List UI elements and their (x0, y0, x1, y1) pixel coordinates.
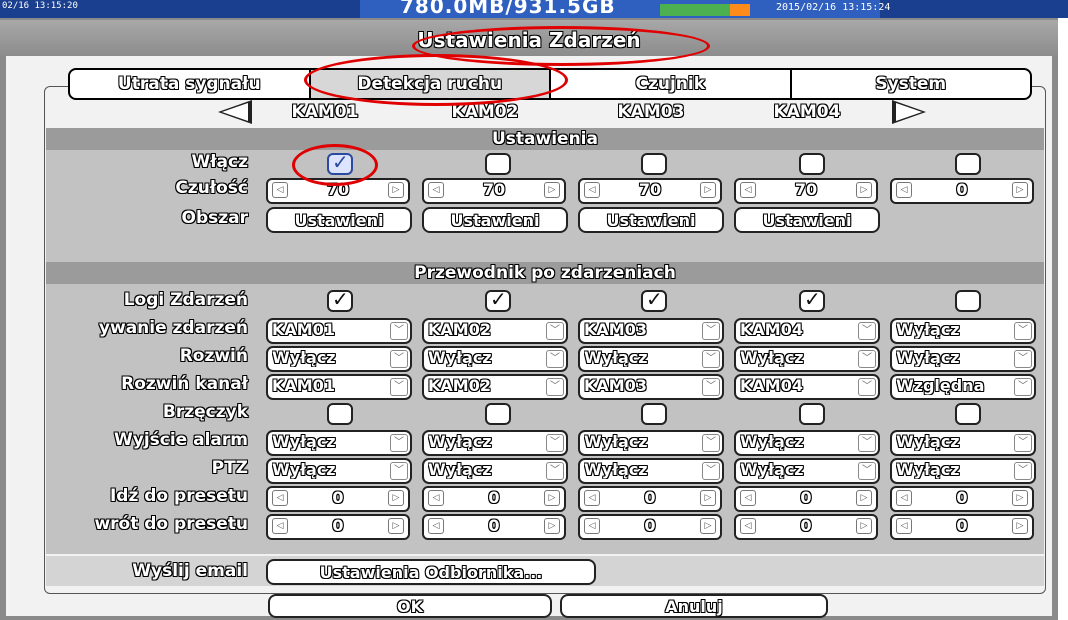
hdd-fill-orange (730, 4, 750, 16)
tab-system[interactable]: System (792, 70, 1031, 98)
alarm-output-select-3[interactable]: Wyłącz ﹀ (578, 430, 724, 456)
expand-select-3[interactable]: Wyłącz ﹀ (578, 346, 724, 372)
buzzer-checkbox-5[interactable] (955, 403, 981, 425)
hdd-fill-green (660, 4, 730, 16)
ptz-select-5[interactable]: Wyłącz ﹀ (890, 458, 1036, 484)
prev-cameras-arrow-icon[interactable] (218, 100, 252, 124)
expand-select-5[interactable]: Wyłącz ﹀ (890, 346, 1036, 372)
expand-channel-select-1[interactable]: KAM01 ﹀ (266, 374, 412, 400)
expand-channel-label: Rozwiń kanał (121, 374, 248, 394)
alarm-output-select-4[interactable]: Wyłącz ﹀ (734, 430, 880, 456)
sensitivity-label: Czułość (175, 178, 248, 198)
expand-select-4[interactable]: Wyłącz ﹀ (734, 346, 880, 372)
settings-section-header: Ustawienia (46, 128, 1044, 150)
buzzer-checkbox-3[interactable] (641, 403, 667, 425)
area-settings-button-4[interactable]: Ustawieni (734, 207, 880, 233)
alarm-output-select-5[interactable]: Wyłącz ﹀ (890, 430, 1036, 456)
event-log-checkbox-1[interactable] (327, 287, 353, 312)
return-preset-spinner-4[interactable]: ◁ 0 ▷ (734, 514, 878, 540)
ptz-select-3[interactable]: Wyłącz ﹀ (578, 458, 724, 484)
expand-channel-select-4[interactable]: KAM04 ﹀ (734, 374, 880, 400)
goto-preset-label: Idź do presetu (109, 486, 248, 506)
sensitivity-spinner-3[interactable]: ◁ 70 ▷ (578, 178, 722, 204)
goto-preset-spinner-1[interactable]: ◁ 0 ▷ (266, 486, 410, 512)
camera-header-4: KAM04 (773, 102, 841, 122)
expand-channel-select-5[interactable]: Względna ﹀ (890, 374, 1036, 400)
event-log-checkbox-3[interactable] (641, 287, 667, 312)
event-record-select-1[interactable]: KAM01 ﹀ (266, 318, 412, 344)
status-bar: 02/16 13:15:20 780.0MB/931.5GB 2015/02/1… (0, 0, 1068, 18)
enable-checkbox-3[interactable] (641, 153, 667, 175)
alarm-output-label: Wyjście alarm (114, 430, 248, 450)
sensitivity-spinner-4[interactable]: ◁ 70 ▷ (734, 178, 878, 204)
goto-preset-spinner-4[interactable]: ◁ 0 ▷ (734, 486, 878, 512)
event-record-select-3[interactable]: KAM03 ﹀ (578, 318, 724, 344)
buzzer-checkbox-2[interactable] (485, 403, 511, 425)
area-label: Obszar (181, 208, 249, 228)
ptz-select-2[interactable]: Wyłącz ﹀ (422, 458, 568, 484)
event-log-checkbox-4[interactable] (799, 287, 825, 312)
return-preset-spinner-1[interactable]: ◁ 0 ▷ (266, 514, 410, 540)
highlight-ellipse-checkbox (292, 144, 378, 186)
area-settings-button-3[interactable]: Ustawieni (578, 207, 724, 233)
enable-checkbox-2[interactable] (485, 153, 511, 175)
event-record-select-5[interactable]: Wyłącz ﹀ (890, 318, 1036, 344)
buzzer-checkbox-4[interactable] (799, 403, 825, 425)
area-settings-button-2[interactable]: Ustawieni (422, 207, 568, 233)
next-cameras-arrow-icon[interactable] (892, 100, 926, 124)
buzzer-checkbox-1[interactable] (327, 403, 353, 425)
area-settings-button-1[interactable]: Ustawieni (266, 207, 412, 233)
return-preset-spinner-3[interactable]: ◁ 0 ▷ (578, 514, 722, 540)
cancel-button[interactable]: Anuluj (560, 594, 828, 618)
event-record-select-2[interactable]: KAM02 ﹀ (422, 318, 568, 344)
enable-checkbox-4[interactable] (799, 153, 825, 175)
receiver-settings-button[interactable]: Ustawienia Odbiornika... (266, 559, 596, 585)
sensitivity-spinner-5[interactable]: ◁ 0 ▷ (890, 178, 1034, 204)
camera-header-3: KAM03 (617, 102, 685, 122)
expand-select-2[interactable]: Wyłącz ﹀ (422, 346, 568, 372)
ok-button[interactable]: OK (268, 594, 552, 618)
goto-preset-spinner-3[interactable]: ◁ 0 ▷ (578, 486, 722, 512)
ptz-select-4[interactable]: Wyłącz ﹀ (734, 458, 880, 484)
enable-checkbox-5[interactable] (955, 153, 981, 175)
goto-preset-spinner-2[interactable]: ◁ 0 ▷ (422, 486, 566, 512)
highlight-ellipse-tab (304, 54, 568, 106)
tab-signal-loss[interactable]: Utrata sygnału (70, 70, 311, 98)
event-record-select-4[interactable]: KAM04 ﹀ (734, 318, 880, 344)
goto-preset-spinner-5[interactable]: ◁ 0 ▷ (890, 486, 1034, 512)
expand-select-1[interactable]: Wyłącz ﹀ (266, 346, 412, 372)
buzzer-label: Brzęczyk (162, 402, 248, 422)
enable-label: Włącz (191, 152, 248, 172)
event-log-checkbox-5[interactable] (955, 290, 981, 312)
expand-channel-select-2[interactable]: KAM02 ﹀ (422, 374, 568, 400)
send-email-label: Wyślij email (132, 561, 248, 581)
status-datetime: 2015/02/16 13:15:24 (776, 2, 891, 13)
camera-header-1: KAM01 (291, 102, 359, 122)
event-log-label: Logi Zdarzeń (123, 290, 248, 310)
hdd-usage-text: 780.0MB/931.5GB (400, 0, 616, 18)
expand-label: Rozwiń (179, 346, 248, 366)
ptz-select-1[interactable]: Wyłącz ﹀ (266, 458, 412, 484)
ptz-label: PTZ (211, 458, 248, 478)
return-preset-label: wrót do presetu (94, 514, 248, 534)
return-preset-spinner-2[interactable]: ◁ 0 ▷ (422, 514, 566, 540)
alarm-output-select-1[interactable]: Wyłącz ﹀ (266, 430, 412, 456)
event-record-label: ywanie zdarzeń (98, 318, 248, 338)
event-log-checkbox-2[interactable] (485, 287, 511, 312)
sensitivity-spinner-2[interactable]: ◁ 70 ▷ (422, 178, 566, 204)
return-preset-spinner-5[interactable]: ◁ 0 ▷ (890, 514, 1034, 540)
expand-channel-select-3[interactable]: KAM03 ﹀ (578, 374, 724, 400)
guide-section-header: Przewodnik po zdarzeniach (46, 262, 1044, 284)
alarm-output-select-2[interactable]: Wyłącz ﹀ (422, 430, 568, 456)
status-time-left: 02/16 13:15:20 (2, 1, 78, 11)
tab-sensor[interactable]: Czujnik (551, 70, 792, 98)
